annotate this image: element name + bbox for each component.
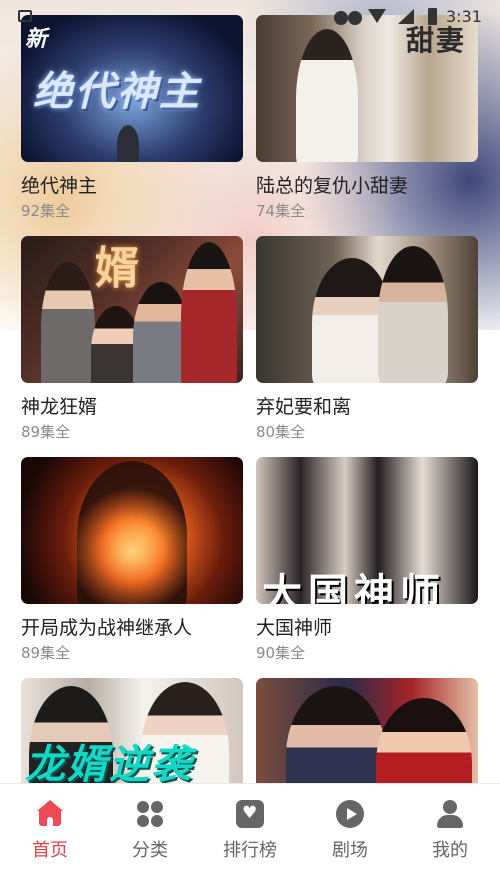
tab-label: 分类 bbox=[132, 840, 168, 861]
theater-play-icon bbox=[336, 800, 364, 828]
tab-category[interactable]: 分类 bbox=[100, 800, 200, 870]
episode-count: 80集全 bbox=[256, 423, 306, 441]
status-dot-icon bbox=[348, 11, 362, 25]
poster-title-art: 绝代神主 bbox=[33, 68, 201, 115]
drama-poster[interactable]: 甜妻 bbox=[256, 15, 478, 162]
status-bar: 3:31 bbox=[0, 0, 500, 30]
bottom-tab-bar: 首页 分类 ♥ 排行榜 剧场 我的 bbox=[0, 783, 500, 889]
app-notification-icon bbox=[18, 10, 32, 22]
episode-count: 90集全 bbox=[256, 644, 306, 662]
profile-icon bbox=[436, 800, 464, 828]
poster-figure bbox=[181, 242, 237, 383]
episode-count: 92集全 bbox=[21, 202, 71, 220]
battery-icon bbox=[428, 8, 437, 25]
app-screen: 3:31 新 绝代神主 绝代神主 92集全 甜妻 陆总的复仇小甜妻 74集全 婿… bbox=[0, 0, 500, 889]
poster-title-art: 龙婿逆袭 bbox=[25, 741, 193, 788]
ranking-icon: ♥ bbox=[236, 800, 264, 828]
drama-card[interactable]: 开局成为战神继承人 89集全 bbox=[21, 457, 243, 662]
drama-poster[interactable]: 婿 bbox=[21, 236, 243, 383]
poster-figure bbox=[296, 29, 358, 162]
drama-title[interactable]: 弃妃要和离 bbox=[256, 392, 351, 419]
poster-figure bbox=[378, 246, 448, 383]
tab-label: 我的 bbox=[432, 840, 468, 861]
tab-label: 剧场 bbox=[332, 840, 368, 861]
tab-label: 首页 bbox=[32, 840, 68, 861]
tab-theater[interactable]: 剧场 bbox=[300, 800, 400, 870]
drama-title[interactable]: 绝代神主 bbox=[21, 171, 97, 198]
drama-card[interactable]: 甜妻 陆总的复仇小甜妻 74集全 bbox=[256, 15, 478, 220]
drama-poster[interactable]: 新 绝代神主 bbox=[21, 15, 243, 162]
category-icon bbox=[136, 800, 164, 828]
drama-poster[interactable] bbox=[256, 236, 478, 383]
drama-card[interactable]: 大国神师 大国神师 90集全 bbox=[256, 457, 478, 662]
episode-count: 74集全 bbox=[256, 202, 306, 220]
episode-count: 89集全 bbox=[21, 644, 71, 662]
wifi-icon bbox=[368, 9, 386, 23]
poster-figure bbox=[77, 461, 187, 604]
drama-card[interactable]: 弃妃要和离 80集全 bbox=[256, 236, 478, 441]
drama-card[interactable]: 婿 神龙狂婿 89集全 bbox=[21, 236, 243, 441]
poster-figure bbox=[117, 125, 139, 162]
drama-poster[interactable] bbox=[21, 457, 243, 604]
drama-title[interactable]: 大国神师 bbox=[256, 613, 332, 640]
drama-title[interactable]: 开局成为战神继承人 bbox=[21, 613, 192, 640]
status-time: 3:31 bbox=[446, 7, 482, 26]
tab-profile[interactable]: 我的 bbox=[400, 800, 500, 870]
tab-label: 排行榜 bbox=[223, 840, 277, 861]
tab-ranking[interactable]: ♥ 排行榜 bbox=[200, 800, 300, 870]
drama-title[interactable]: 陆总的复仇小甜妻 bbox=[256, 171, 408, 198]
drama-title[interactable]: 神龙狂婿 bbox=[21, 392, 97, 419]
poster-title-art: 大国神师 bbox=[262, 570, 446, 604]
home-icon bbox=[36, 800, 64, 828]
status-dot-icon bbox=[334, 11, 348, 25]
poster-title-art: 婿 bbox=[95, 243, 141, 294]
drama-card[interactable]: 新 绝代神主 绝代神主 92集全 bbox=[21, 15, 243, 220]
signal-icon bbox=[398, 9, 414, 24]
drama-poster[interactable]: 大国神师 bbox=[256, 457, 478, 604]
poster-figure bbox=[41, 262, 95, 383]
tab-home[interactable]: 首页 bbox=[0, 800, 100, 870]
episode-count: 89集全 bbox=[21, 423, 71, 441]
